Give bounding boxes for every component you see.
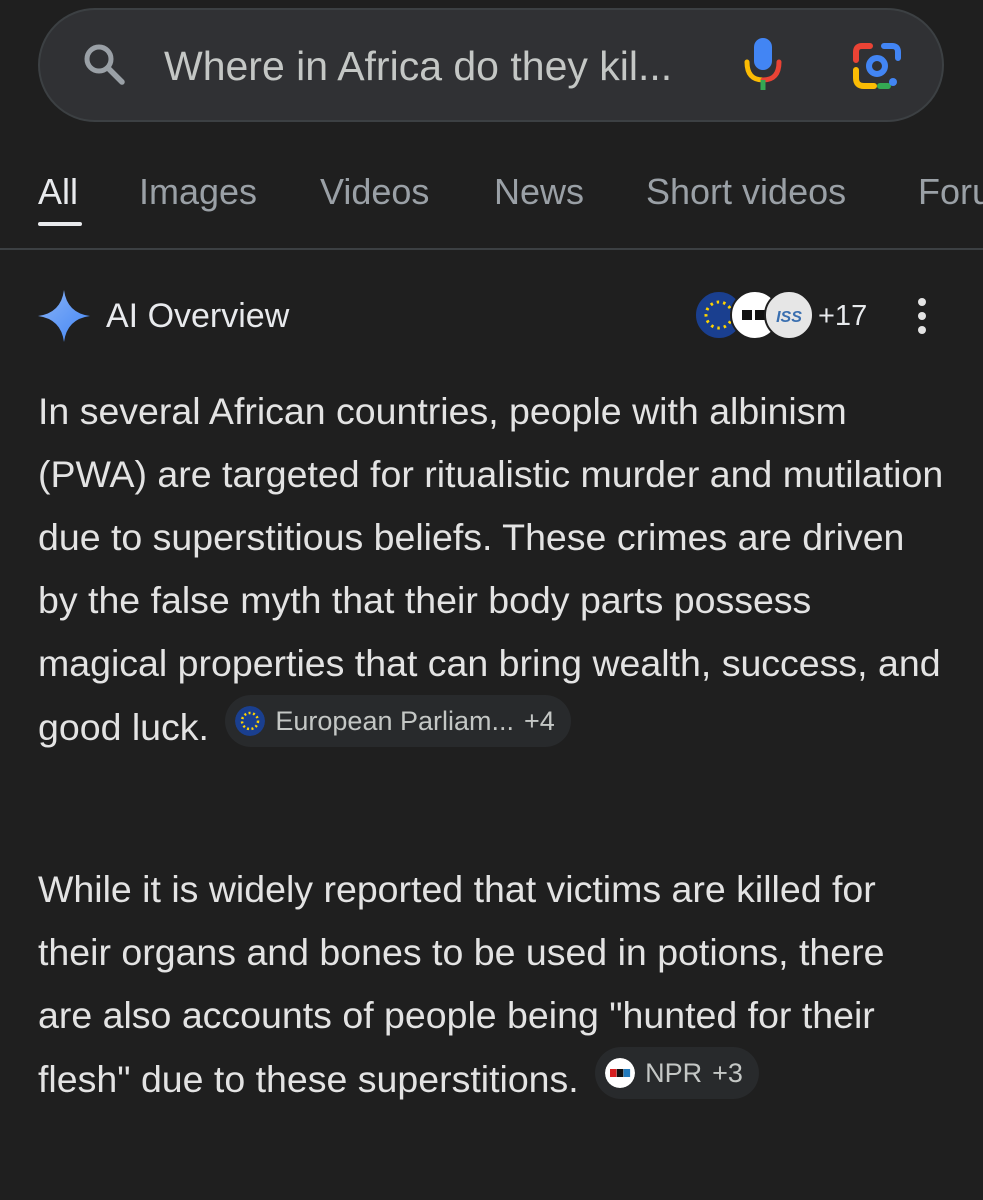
iss-avatar: ISS bbox=[764, 290, 814, 340]
active-tab-indicator bbox=[38, 222, 82, 226]
ai-overview-title: AI Overview bbox=[106, 297, 290, 335]
microphone-icon[interactable] bbox=[742, 36, 784, 92]
search-icon[interactable] bbox=[80, 40, 128, 88]
citation-chip[interactable]: NPR +3 bbox=[595, 1047, 759, 1099]
npr-logo-icon bbox=[605, 1058, 636, 1088]
ai-overview-header: AI Overview ISS +17 bbox=[0, 280, 983, 354]
tab-forums[interactable]: Foru bbox=[918, 168, 983, 216]
overview-paragraph: While it is widely reported that victims… bbox=[38, 858, 948, 1111]
citation-more: +4 bbox=[524, 706, 555, 736]
citation-chip[interactable]: European Parliam... +4 bbox=[225, 695, 571, 747]
tab-all[interactable]: All bbox=[38, 168, 78, 216]
overview-paragraph: In several African countries, people wit… bbox=[38, 380, 948, 759]
tab-videos[interactable]: Videos bbox=[320, 168, 429, 216]
more-vert-icon[interactable] bbox=[914, 296, 930, 336]
eu-flag-icon bbox=[235, 706, 266, 736]
tab-short-videos[interactable]: Short videos bbox=[646, 168, 846, 216]
google-lens-icon[interactable] bbox=[852, 42, 902, 90]
search-input[interactable]: Where in Africa do they kil... bbox=[164, 36, 704, 96]
sources-count[interactable]: +17 bbox=[818, 296, 867, 336]
iss-avatar-text: ISS bbox=[776, 309, 802, 326]
citation-source: NPR bbox=[645, 1058, 703, 1088]
search-results-page: Where in Africa do they kil... All Image… bbox=[0, 0, 983, 1200]
search-tabs: All Images Videos News Short videos Foru bbox=[0, 150, 983, 250]
source-avatars[interactable]: ISS bbox=[694, 290, 814, 342]
tab-images[interactable]: Images bbox=[139, 168, 257, 216]
ai-sparkle-icon bbox=[38, 290, 90, 342]
citation-source: European Parliam... bbox=[275, 706, 514, 736]
citation-more: +3 bbox=[712, 1058, 743, 1088]
tab-news[interactable]: News bbox=[494, 168, 584, 216]
